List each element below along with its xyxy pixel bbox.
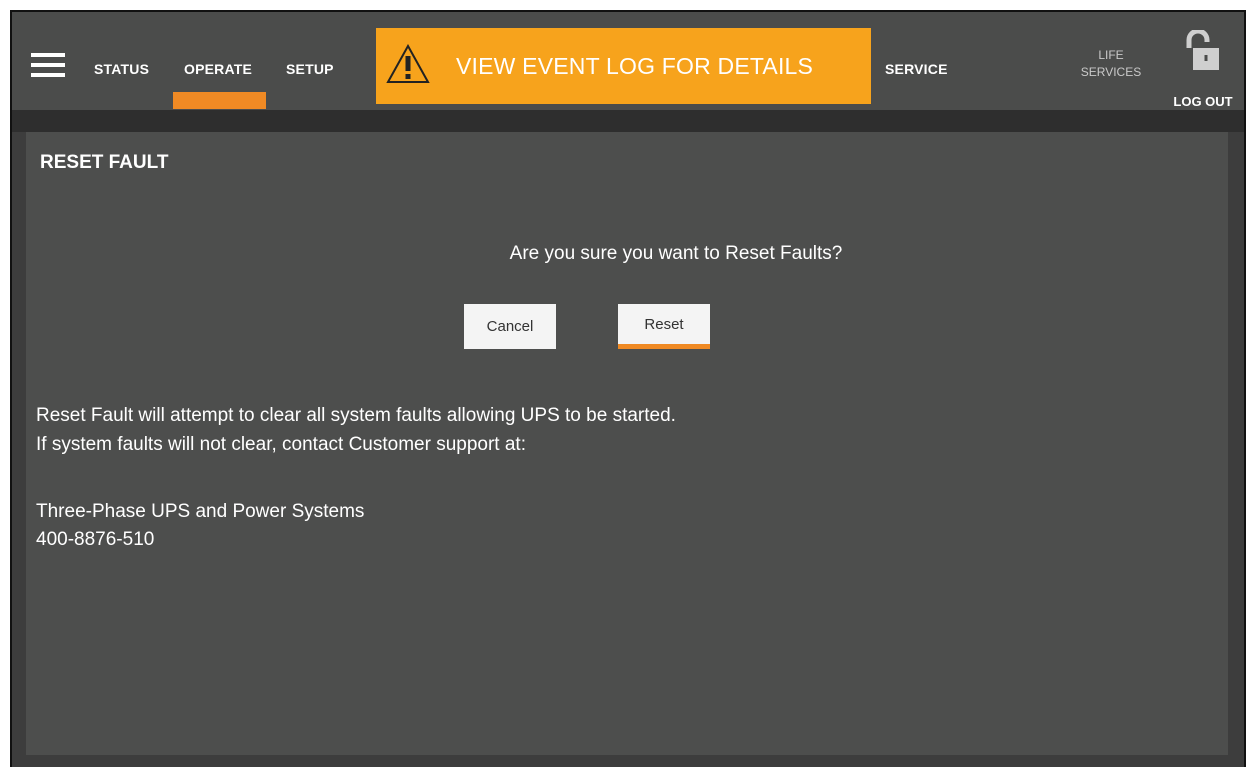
reset-fault-panel: RESET FAULT Are you sure you want to Res…	[26, 132, 1228, 755]
top-navigation-bar: STATUS OPERATE SETUP VIEW EVENT LOG FOR …	[12, 12, 1244, 110]
active-tab-indicator	[173, 92, 266, 109]
info-text-line2: If system faults will not clear, contact…	[36, 434, 526, 455]
nav-tab-status[interactable]: STATUS	[94, 61, 149, 77]
logout-button[interactable]: LOG OUT	[1167, 26, 1239, 109]
support-phone-number: 400-8876-510	[36, 529, 155, 550]
life-services-label-line1: LIFE	[1098, 48, 1124, 62]
page-title: RESET FAULT	[40, 152, 169, 173]
hamburger-menu-icon[interactable]	[31, 53, 65, 77]
nav-tab-life-services[interactable]: LIFE SERVICES	[1066, 47, 1156, 81]
logout-label: LOG OUT	[1173, 94, 1233, 109]
nav-tab-setup[interactable]: SETUP	[286, 61, 334, 77]
reset-button[interactable]: Reset	[618, 304, 710, 349]
header-separator	[12, 110, 1244, 132]
event-log-alert-banner[interactable]: VIEW EVENT LOG FOR DETAILS	[376, 28, 871, 104]
support-contact-name: Three-Phase UPS and Power Systems	[36, 501, 365, 522]
nav-tab-operate[interactable]: OPERATE	[184, 61, 252, 77]
cancel-button[interactable]: Cancel	[464, 304, 556, 349]
info-text-line1: Reset Fault will attempt to clear all sy…	[36, 405, 676, 426]
confirmation-question: Are you sure you want to Reset Faults?	[509, 243, 843, 264]
nav-tab-service[interactable]: SERVICE	[885, 61, 948, 77]
life-services-label-line2: SERVICES	[1080, 65, 1142, 79]
alert-text: VIEW EVENT LOG FOR DETAILS	[456, 53, 814, 79]
warning-triangle-icon	[386, 44, 430, 83]
app-window: STATUS OPERATE SETUP VIEW EVENT LOG FOR …	[10, 10, 1246, 767]
unlocked-padlock-icon	[1186, 30, 1219, 70]
